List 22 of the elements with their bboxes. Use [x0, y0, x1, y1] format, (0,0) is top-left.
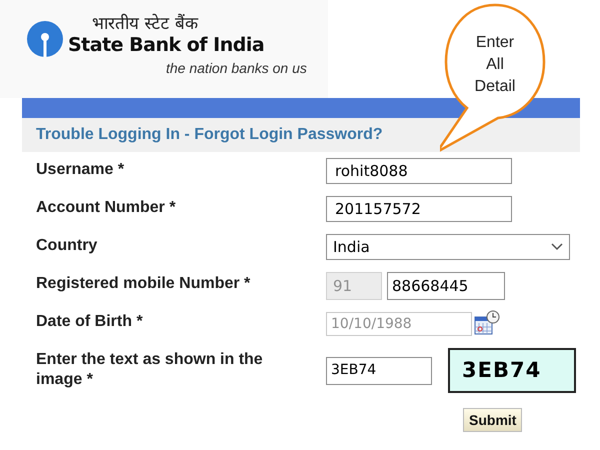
submit-button[interactable]: Submit: [463, 408, 522, 432]
callout-text: Enter All Detail: [474, 33, 516, 97]
country-dropdown[interactable]: India: [326, 234, 570, 260]
mobile-number-field[interactable]: 88668445: [387, 272, 505, 300]
calendar-clock-icon[interactable]: [474, 310, 500, 336]
country-code-field: 91: [326, 272, 382, 300]
chevron-down-icon: [551, 243, 563, 251]
section-title: Trouble Logging In - Forgot Login Password?: [36, 125, 383, 145]
text-field[interactable]: rohit8088: [326, 158, 512, 184]
brand-name: State Bank of India: [68, 34, 266, 56]
text-field[interactable]: 201157572: [326, 196, 512, 222]
captcha-field[interactable]: 3EB74: [326, 356, 432, 384]
field-label: Username *: [36, 160, 126, 180]
logo-icon: [26, 20, 64, 58]
field-label: Enter the text as shown in the image *: [36, 350, 264, 390]
field-label: Registered mobile Number *: [36, 274, 252, 294]
captcha-image: 3EB74: [448, 348, 576, 393]
brand-tagline: the nation banks on us: [166, 59, 307, 78]
brand-hindi-name: भारतीय स्टेट बैंक: [92, 14, 200, 34]
field-label: Country: [36, 236, 98, 256]
field-label: Date of Birth *: [36, 312, 144, 332]
field-label: Account Number *: [36, 198, 177, 218]
